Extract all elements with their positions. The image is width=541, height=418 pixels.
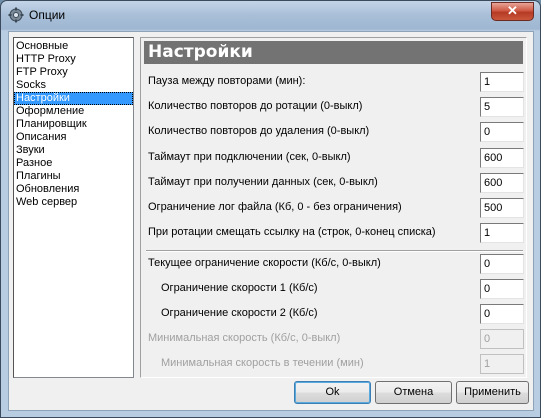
current-speed-limit-input[interactable]: 0 xyxy=(480,254,524,274)
nav-item-ftp-proxy[interactable]: FTP Proxy xyxy=(14,66,133,79)
nav-item-http-proxy[interactable]: HTTP Proxy xyxy=(14,53,133,66)
setting-label: Минимальная скорость в течении (мин) xyxy=(161,357,364,369)
section-divider xyxy=(146,250,523,252)
cancel-button[interactable]: Отмена xyxy=(375,381,452,404)
nav-item-opisaniya[interactable]: Описания xyxy=(14,131,133,144)
setting-label: При ротации смещать ссылку на (строк, 0-… xyxy=(148,226,436,238)
setting-retry-pause: Пауза между повторами (мин): 1 xyxy=(141,72,528,92)
title-bar[interactable]: Опции ✕ xyxy=(1,1,540,31)
nav-item-socks[interactable]: Socks xyxy=(14,79,133,92)
setting-label: Текущее ограничение скорости (Кб/с, 0-вы… xyxy=(148,257,381,269)
options-window: Опции ✕ Основные HTTP Proxy FTP Proxy So… xyxy=(0,0,541,418)
setting-current-speed-limit: Текущее ограничение скорости (Кб/с, 0-вы… xyxy=(141,254,528,274)
receive-timeout-input[interactable]: 600 xyxy=(480,173,524,193)
setting-label: Ограничение скорости 2 (Кб/с) xyxy=(161,307,318,319)
min-speed-input: 0 xyxy=(480,329,524,349)
setting-label: Таймаут при получении данных (сек, 0-вык… xyxy=(148,176,378,188)
nav-item-raznoe[interactable]: Разное xyxy=(14,157,133,170)
apply-button[interactable]: Применить xyxy=(456,381,529,404)
gear-icon xyxy=(8,7,24,23)
close-button[interactable]: ✕ xyxy=(491,2,534,21)
connect-timeout-input[interactable]: 600 xyxy=(480,148,524,168)
nav-item-oformlenie[interactable]: Оформление xyxy=(14,105,133,118)
options-category-list[interactable]: Основные HTTP Proxy FTP Proxy Socks Наст… xyxy=(13,37,134,378)
log-file-limit-input[interactable]: 500 xyxy=(480,198,524,218)
dialog-client-area: Основные HTTP Proxy FTP Proxy Socks Наст… xyxy=(8,31,534,411)
close-icon: ✕ xyxy=(507,3,518,18)
nav-item-obnovleniya[interactable]: Обновления xyxy=(14,183,133,196)
retries-before-rotation-input[interactable]: 5 xyxy=(480,97,524,117)
setting-retries-before-delete: Количество повторов до удаления (0-выкл)… xyxy=(141,122,528,142)
setting-label: Таймаут при подключении (сек, 0-выкл) xyxy=(148,151,351,163)
setting-label: Минимальная скорость (Кб/с, 0-выкл) xyxy=(148,332,341,344)
panel-title: Настройки xyxy=(144,41,523,64)
ok-button[interactable]: Ok xyxy=(294,381,371,404)
rotation-shift-input[interactable]: 1 xyxy=(480,223,524,243)
settings-panel: Настройки Пауза между повторами (мин): 1… xyxy=(140,37,527,378)
retry-pause-input[interactable]: 1 xyxy=(480,72,524,92)
setting-label: Ограничение лог файла (Кб, 0 - без огран… xyxy=(148,201,402,213)
setting-speed-limit-1: Ограничение скорости 1 (Кб/с) 0 xyxy=(141,279,528,299)
setting-min-speed-duration: Минимальная скорость в течении (мин) 1 xyxy=(141,354,528,374)
min-speed-duration-input: 1 xyxy=(480,354,524,374)
setting-label: Количество повторов до ротации (0-выкл) xyxy=(148,100,363,112)
nav-item-osnovnye[interactable]: Основные xyxy=(14,40,133,53)
setting-retries-before-rotation: Количество повторов до ротации (0-выкл) … xyxy=(141,97,528,117)
speed-limit-2-input[interactable]: 0 xyxy=(480,304,524,324)
retries-before-delete-input[interactable]: 0 xyxy=(480,122,524,142)
setting-receive-timeout: Таймаут при получении данных (сек, 0-вык… xyxy=(141,173,528,193)
nav-item-planirovshchik[interactable]: Планировщик xyxy=(14,118,133,131)
speed-limit-1-input[interactable]: 0 xyxy=(480,279,524,299)
setting-speed-limit-2: Ограничение скорости 2 (Кб/с) 0 xyxy=(141,304,528,324)
setting-label: Количество повторов до удаления (0-выкл) xyxy=(148,125,370,137)
nav-item-plaginy[interactable]: Плагины xyxy=(14,170,133,183)
window-title: Опции xyxy=(29,8,66,22)
nav-item-web-server[interactable]: Web сервер xyxy=(14,196,133,209)
setting-min-speed: Минимальная скорость (Кб/с, 0-выкл) 0 xyxy=(141,329,528,349)
setting-rotation-shift: При ротации смещать ссылку на (строк, 0-… xyxy=(141,223,528,243)
setting-log-file-limit: Ограничение лог файла (Кб, 0 - без огран… xyxy=(141,198,528,218)
nav-item-nastroyki[interactable]: Настройки xyxy=(14,92,133,105)
setting-connect-timeout: Таймаут при подключении (сек, 0-выкл) 60… xyxy=(141,148,528,168)
setting-label: Пауза между повторами (мин): xyxy=(148,75,306,87)
nav-item-zvuki[interactable]: Звуки xyxy=(14,144,133,157)
setting-label: Ограничение скорости 1 (Кб/с) xyxy=(161,282,318,294)
